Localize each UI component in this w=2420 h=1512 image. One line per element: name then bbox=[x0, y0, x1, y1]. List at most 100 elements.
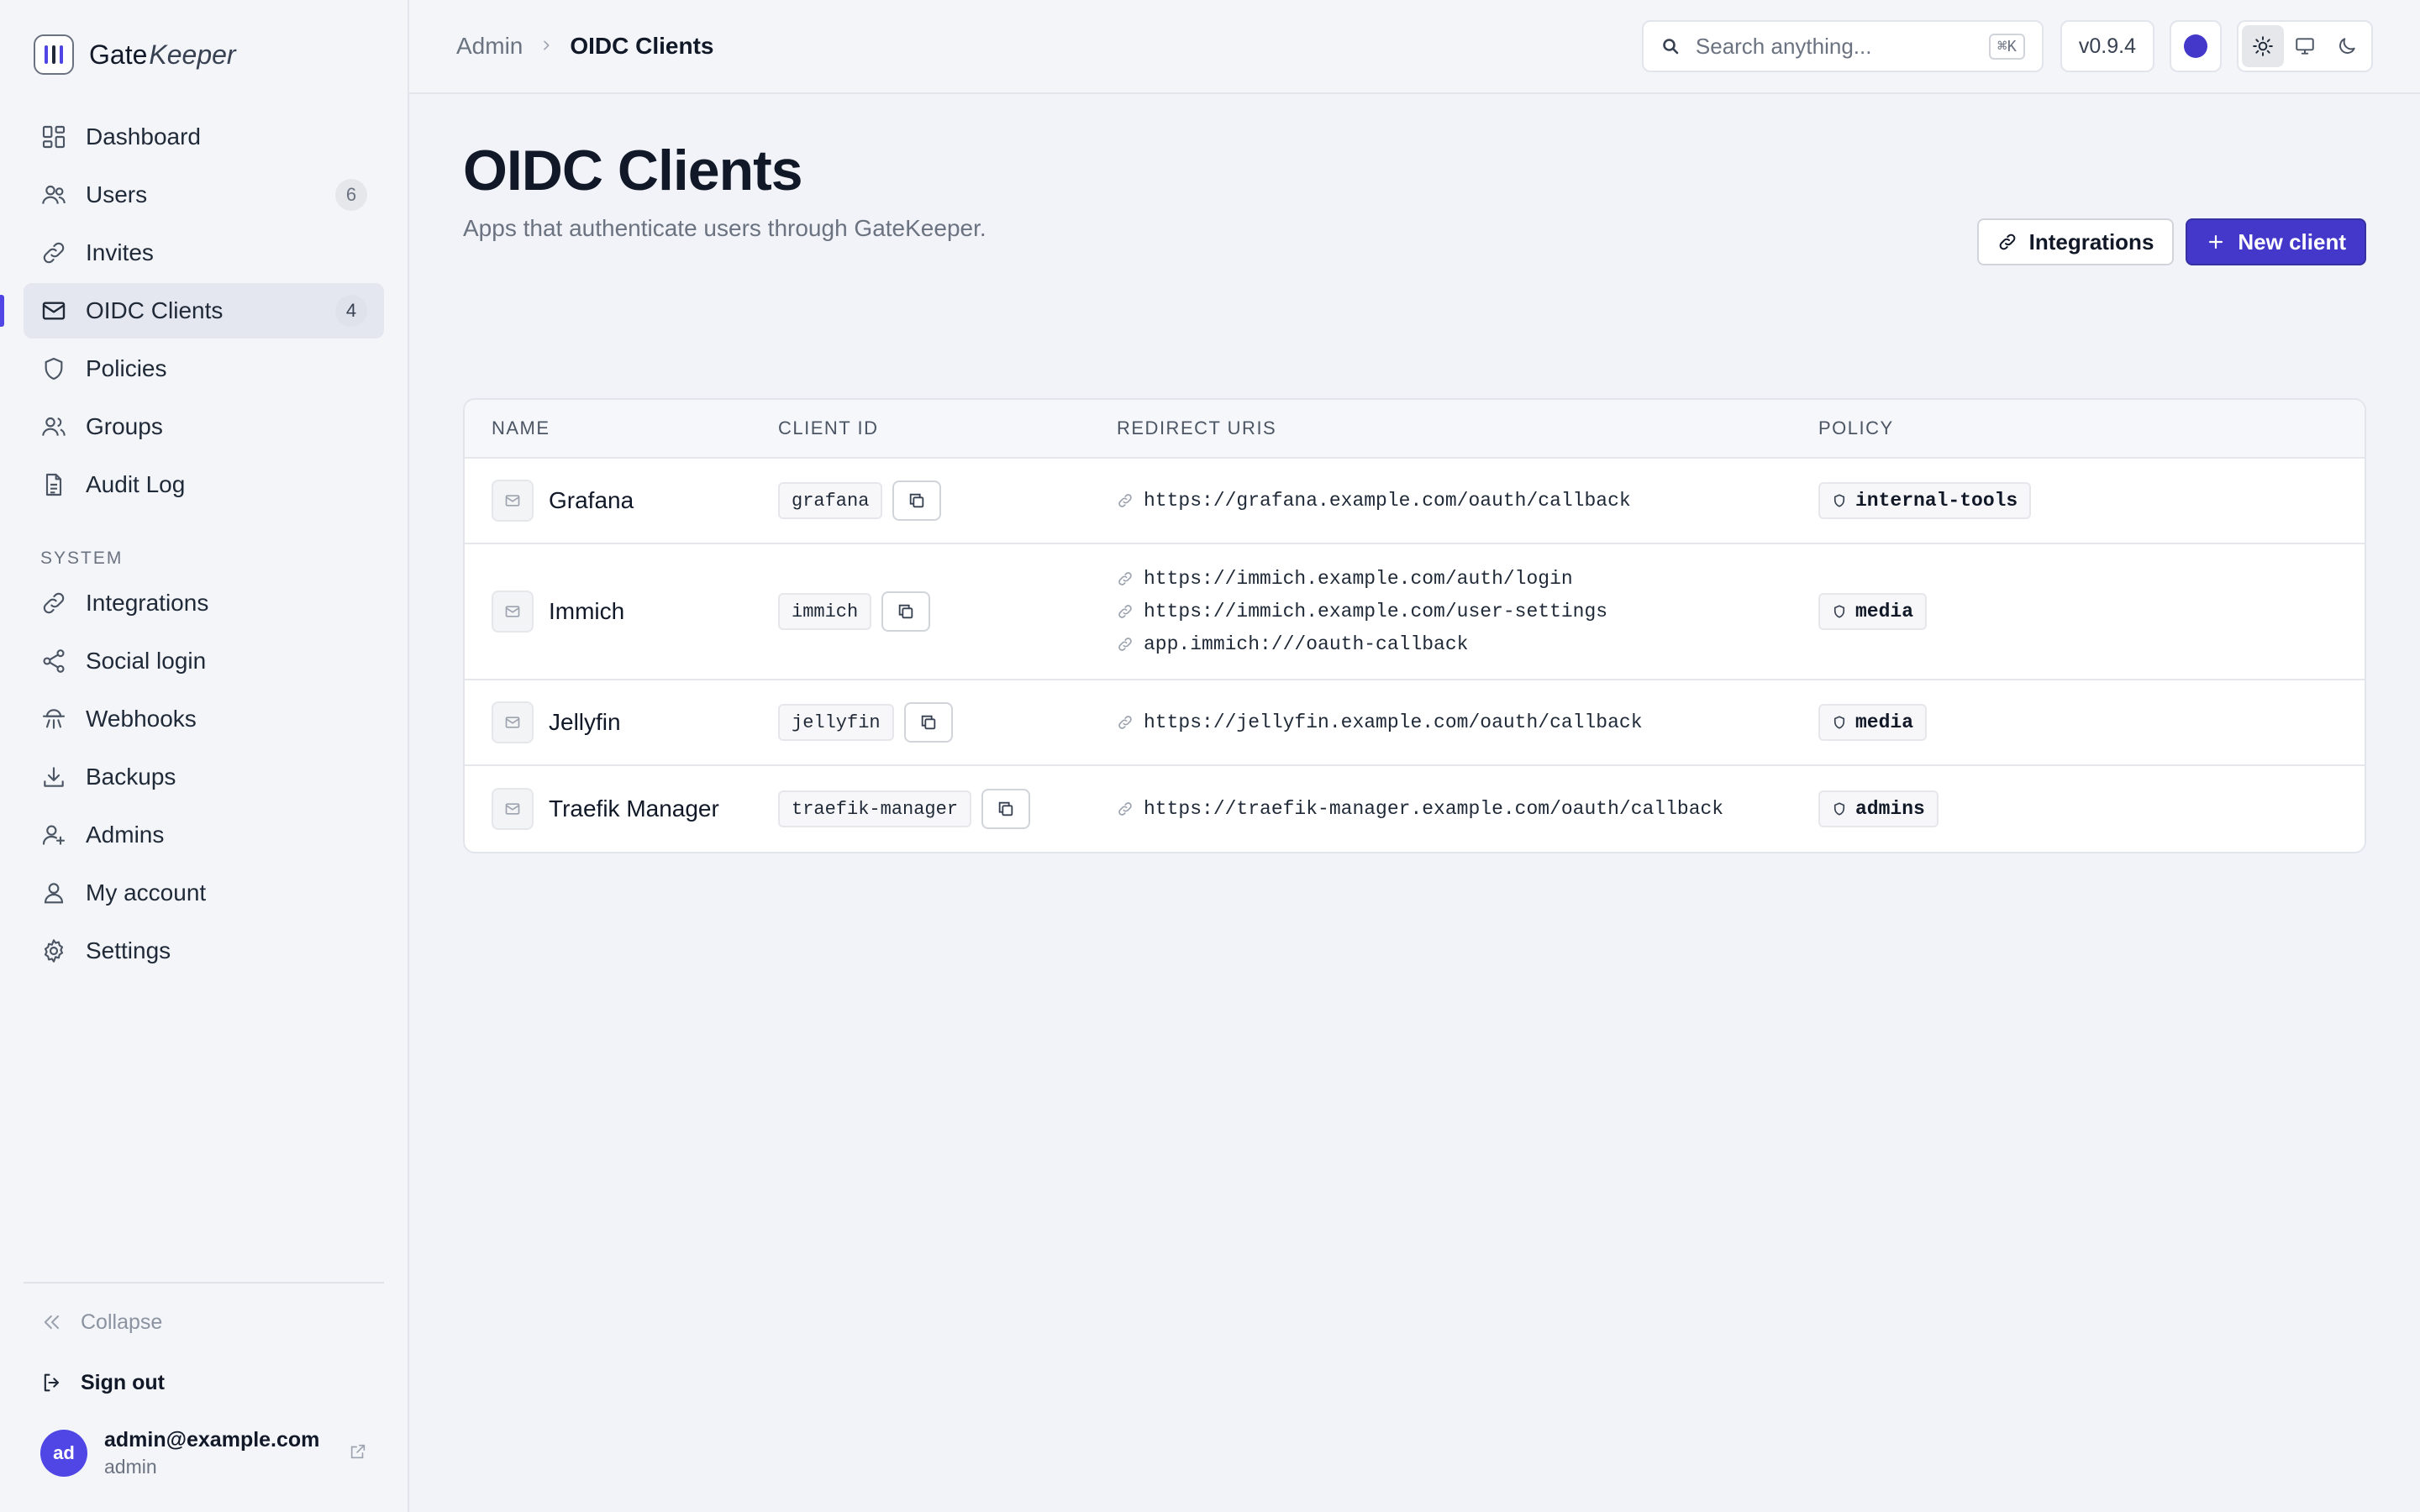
sidebar-item-my-account[interactable]: My account bbox=[24, 865, 384, 921]
logout-icon bbox=[44, 1373, 60, 1392]
user-role: admin bbox=[104, 1456, 157, 1478]
share-icon bbox=[40, 648, 67, 675]
sidebar-item-integrations[interactable]: Integrations bbox=[24, 575, 384, 631]
client-app-icon bbox=[492, 788, 534, 830]
page-header: OIDC Clients Apps that authenticate user… bbox=[463, 94, 2366, 302]
sidebar-item-webhooks[interactable]: Webhooks bbox=[24, 691, 384, 747]
theme-switcher bbox=[2237, 20, 2373, 72]
client-name[interactable]: Traefik Manager bbox=[549, 795, 719, 822]
chevron-right-icon bbox=[539, 35, 553, 57]
sign-out-button[interactable]: Sign out bbox=[0, 1352, 408, 1413]
accent-color-swatch bbox=[2184, 34, 2207, 58]
client-name[interactable]: Immich bbox=[549, 598, 624, 625]
new-client-button-label: New client bbox=[2238, 228, 2346, 255]
link-icon bbox=[1118, 638, 1132, 651]
redirect-uri: https://grafana.example.com/oauth/callba… bbox=[1117, 485, 1818, 517]
copy-client-id-button[interactable] bbox=[892, 480, 942, 521]
sidebar-item-label: Policies bbox=[86, 355, 167, 381]
table-row[interactable]: Immich immich https://immich.example.com… bbox=[465, 544, 2365, 680]
policy-name: media bbox=[1855, 711, 1914, 733]
accent-color-button[interactable] bbox=[2170, 20, 2222, 72]
table-row[interactable]: Grafana grafana https://grafana.example.… bbox=[465, 459, 2365, 544]
client-app-icon bbox=[492, 701, 534, 743]
theme-light-button[interactable] bbox=[2242, 25, 2284, 67]
table-row[interactable]: Traefik Manager traefik-manager https://… bbox=[465, 766, 2365, 852]
client-name[interactable]: Grafana bbox=[549, 487, 634, 514]
policy-badge[interactable]: internal-tools bbox=[1818, 482, 2032, 519]
client-name-cell: Immich bbox=[465, 591, 778, 633]
sidebar-item-social-login[interactable]: Social login bbox=[24, 633, 384, 689]
client-app-icon bbox=[492, 480, 534, 522]
redirect-uri-text: https://jellyfin.example.com/oauth/callb… bbox=[1144, 711, 1643, 733]
policy-cell: media bbox=[1818, 704, 2365, 741]
sidebar-item-dashboard[interactable]: Dashboard bbox=[24, 109, 384, 165]
sidebar-item-invites[interactable]: Invites bbox=[24, 225, 384, 281]
sidebar-item-label: My account bbox=[86, 879, 207, 906]
sidebar-item-settings[interactable]: Settings bbox=[24, 923, 384, 979]
client-id-cell: traefik-manager bbox=[778, 789, 1117, 829]
sidebar-item-admins[interactable]: Admins bbox=[24, 807, 384, 863]
sidebar-item-audit-log[interactable]: Audit Log bbox=[24, 457, 384, 512]
sidebar-item-backups[interactable]: Backups bbox=[24, 749, 384, 805]
brand-name-part1: Gate bbox=[89, 39, 148, 70]
sidebar-item-label: Audit Log bbox=[86, 471, 186, 497]
column-header-policy: POLICY bbox=[1818, 417, 1894, 438]
client-id-chip: immich bbox=[778, 593, 872, 630]
client-name-cell: Grafana bbox=[465, 480, 778, 522]
user-email: admin@example.com bbox=[104, 1428, 320, 1452]
sidebar-item-label: OIDC Clients bbox=[86, 297, 224, 323]
chevrons-left-icon bbox=[44, 1315, 60, 1330]
copy-client-id-button[interactable] bbox=[903, 702, 953, 743]
version-badge[interactable]: v0.9.4 bbox=[2060, 20, 2154, 72]
client-id-chip: jellyfin bbox=[778, 704, 894, 741]
sidebar-item-oidc-clients[interactable]: OIDC Clients 4 bbox=[0, 283, 384, 339]
search-shortcut: ⌘K bbox=[1989, 33, 2025, 60]
link-icon bbox=[40, 590, 67, 617]
client-id-cell: jellyfin bbox=[778, 702, 1117, 743]
collapse-label: Collapse bbox=[81, 1310, 163, 1334]
collapse-button[interactable]: Collapse bbox=[0, 1292, 408, 1352]
download-icon bbox=[40, 764, 67, 790]
search-icon bbox=[1663, 39, 1679, 55]
new-client-button[interactable]: New client bbox=[2186, 218, 2366, 265]
system-section-label: SYSTEM bbox=[40, 549, 124, 568]
policy-badge[interactable]: media bbox=[1818, 704, 1928, 741]
external-link-icon[interactable] bbox=[349, 1442, 367, 1465]
integrations-button[interactable]: Integrations bbox=[1976, 218, 2175, 265]
monitor-icon bbox=[2296, 38, 2314, 55]
theme-dark-button[interactable] bbox=[2326, 25, 2368, 67]
client-name[interactable]: Jellyfin bbox=[549, 709, 621, 736]
theme-system-button[interactable] bbox=[2284, 25, 2326, 67]
breadcrumb-admin[interactable]: Admin bbox=[456, 33, 523, 60]
brand-name-part2: Keeper bbox=[149, 39, 236, 70]
client-id-cell: grafana bbox=[778, 480, 1117, 521]
sidebar-footer: Collapse Sign out ad admin@example.com a… bbox=[0, 1282, 408, 1512]
link-icon bbox=[1118, 802, 1132, 816]
brand[interactable]: GateKeeper bbox=[0, 0, 408, 109]
sidebar-item-users[interactable]: Users 6 bbox=[24, 167, 384, 223]
current-user[interactable]: ad admin@example.com admin bbox=[0, 1413, 408, 1512]
redirect-uri-text: app.immich:///oauth-callback bbox=[1144, 633, 1469, 655]
redirect-uri-text: https://immich.example.com/auth/login bbox=[1144, 568, 1573, 590]
client-name-cell: Jellyfin bbox=[465, 701, 778, 743]
table-row[interactable]: Jellyfin jellyfin https://jellyfin.examp… bbox=[465, 680, 2365, 766]
page-title: OIDC Clients bbox=[463, 139, 803, 202]
redirect-uri-text: https://immich.example.com/user-settings bbox=[1144, 601, 1608, 622]
link-icon bbox=[40, 239, 67, 266]
group-icon bbox=[40, 413, 67, 440]
sidebar: GateKeeper Dashboard Users 6 Invites OID… bbox=[0, 0, 409, 1512]
page-subtitle: Apps that authenticate users through Gat… bbox=[463, 215, 986, 241]
policy-badge[interactable]: admins bbox=[1818, 790, 1939, 827]
search-input[interactable]: Search anything... ⌘K bbox=[1641, 20, 2044, 72]
copy-client-id-button[interactable] bbox=[881, 591, 931, 632]
brand-name: GateKeeper bbox=[89, 39, 236, 71]
redirect-uris-cell: https://grafana.example.com/oauth/callba… bbox=[1117, 485, 1818, 517]
copy-client-id-button[interactable] bbox=[981, 789, 1031, 829]
link-icon bbox=[1118, 716, 1132, 729]
sidebar-item-policies[interactable]: Policies bbox=[24, 341, 384, 396]
policy-badge[interactable]: media bbox=[1818, 593, 1928, 630]
clients-table: NAME CLIENT ID REDIRECT URIS POLICY Graf… bbox=[463, 398, 2366, 853]
shield-icon bbox=[40, 355, 67, 382]
policy-name: media bbox=[1855, 601, 1914, 622]
sidebar-item-groups[interactable]: Groups bbox=[24, 399, 384, 454]
